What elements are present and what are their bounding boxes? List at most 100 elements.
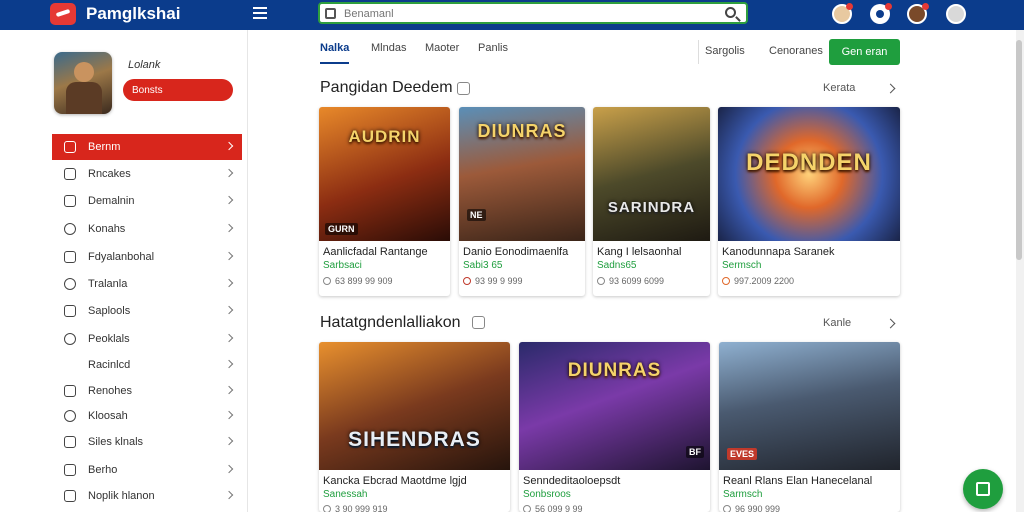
game-card[interactable]: SIHENDRAS Kancka Ebcrad Maotdme lgjd San… [319, 342, 510, 512]
chevron-right-icon [224, 410, 234, 420]
clock-icon [323, 505, 331, 512]
game-card[interactable]: DIUNRAS BF Senndeditaoloepsdt Sonbsroos … [519, 342, 710, 512]
sidebar-item-label: Saplools [88, 305, 131, 317]
top-link-2[interactable]: Cenoranes [769, 45, 823, 57]
card-title[interactable]: Senndeditaoloepsdt [523, 475, 707, 487]
card-meta: 56 099 9 99 [535, 504, 583, 512]
game-thumbnail[interactable]: DEDNDEN [718, 107, 900, 241]
game-thumbnail[interactable]: SIHENDRAS [319, 342, 510, 470]
tab-1[interactable]: Nalka [320, 42, 350, 64]
shield-icon [64, 436, 76, 448]
card-title[interactable]: Kanodunnapa Saranek [722, 246, 898, 258]
thumbnail-title: DEDNDEN [746, 149, 872, 176]
search-icon[interactable] [725, 7, 736, 18]
card-title[interactable]: Aanlicfadal Rantange [323, 246, 447, 258]
tab-2[interactable]: Mlndas [371, 42, 406, 64]
card-title[interactable]: Danio Eonodimaenlfa [463, 246, 583, 258]
sidebar-item-label: Berho [88, 464, 118, 476]
edit-icon [976, 482, 990, 496]
chevron-right-icon [224, 333, 234, 343]
sidebar-item-7[interactable]: Saplools [52, 298, 242, 324]
profile-name: Lolank [128, 59, 161, 71]
star-icon [463, 277, 471, 285]
chevron-right-icon [224, 141, 234, 151]
sidebar-item-3[interactable]: Demalnin [52, 188, 242, 214]
sidebar-item-label: Demalnin [88, 195, 135, 207]
shield-icon [64, 490, 76, 502]
sidebar-item-label: Kloosah [88, 410, 128, 422]
section-title-1: Pangidan Deedem [320, 79, 453, 96]
see-more-link[interactable]: Kanle [823, 317, 851, 329]
scrollbar-thumb[interactable] [1016, 40, 1022, 260]
calendar-icon [457, 82, 470, 95]
book-icon [64, 195, 76, 207]
tab-3[interactable]: Maoter [425, 42, 459, 64]
game-thumbnail[interactable]: AUDRIN GURN [319, 107, 450, 241]
search-lead-icon [325, 8, 336, 19]
game-thumbnail[interactable]: SARINDRA [593, 107, 710, 241]
search-bar[interactable] [318, 2, 748, 24]
notification-dot-icon [885, 3, 892, 10]
sidebar-item-label: Noplik hlanon [88, 490, 155, 502]
game-card[interactable]: DIUNRAS NE Danio Eonodimaenlfa Sabi3 65 … [459, 107, 585, 296]
thumbnail-title: AUDRIN [348, 127, 421, 146]
card-title[interactable]: Reanl Rlans Elan Hanecelanal [723, 475, 897, 487]
logo-icon[interactable] [50, 3, 76, 25]
chevron-right-icon[interactable] [885, 83, 896, 94]
thumbnail-badge: NE [467, 209, 486, 221]
sidebar-item-13[interactable]: Berho [52, 457, 242, 483]
game-card[interactable]: SARINDRA Kang I lelsaonhal Sadns65 93 60… [593, 107, 710, 296]
sidebar-item-14[interactable]: Noplik hlanon [52, 483, 242, 509]
sidebar: Lolank Bonsts Bernm Rncakes Demalnin Kon… [0, 30, 248, 512]
sidebar-item-9[interactable]: Racinlcd [52, 352, 242, 378]
chevron-right-icon [224, 251, 234, 261]
store-icon [64, 464, 76, 476]
notification-dot-icon [922, 3, 929, 10]
profile-button[interactable]: Bonsts [123, 79, 233, 101]
see-more-link[interactable]: Kerata [823, 82, 855, 94]
sidebar-item-1[interactable]: Bernm [52, 134, 242, 160]
sidebar-item-8[interactable]: Peoklals [52, 326, 242, 352]
top-link-1[interactable]: Sargolis [705, 45, 745, 57]
sidebar-item-11[interactable]: Kloosah [52, 403, 242, 429]
sidebar-item-label: Peoklals [88, 333, 130, 345]
sidebar-item-label: Fdyalanbohal [88, 251, 155, 263]
card-title[interactable]: Kang I lelsaonhal [597, 246, 709, 258]
card-price: Sarmsch [723, 489, 763, 500]
tab-4[interactable]: Panlis [478, 42, 508, 64]
chevron-right-icon [224, 223, 234, 233]
profile-image[interactable] [54, 52, 112, 114]
sidebar-item-12[interactable]: Siles klnals [52, 429, 242, 455]
section-title-2: Hatatgndenlalliakon [320, 314, 461, 331]
chevron-right-icon [224, 305, 234, 315]
target-icon [64, 410, 76, 422]
search-input[interactable] [344, 5, 714, 22]
sidebar-item-10[interactable]: Renohes [52, 378, 242, 404]
game-thumbnail[interactable]: DIUNRAS BF [519, 342, 710, 470]
sidebar-item-6[interactable]: Tralanla [52, 271, 242, 297]
game-thumbnail[interactable]: EVES [719, 342, 900, 470]
sidebar-item-2[interactable]: Rncakes [52, 161, 242, 187]
game-thumbnail[interactable]: DIUNRAS NE [459, 107, 585, 241]
card-meta: 93 6099 6099 [609, 276, 665, 286]
card-price: Sarbsaci [323, 260, 362, 271]
menu-icon[interactable] [253, 7, 267, 19]
coin-icon [722, 277, 730, 285]
clock-icon [323, 277, 331, 285]
primary-cta-button[interactable]: Gen eran [829, 39, 900, 65]
floating-action-button[interactable] [963, 469, 1003, 509]
game-card[interactable]: AUDRIN GURN Aanlicfadal Rantange Sarbsac… [319, 107, 450, 296]
app-title[interactable]: Pamglkshai [86, 4, 181, 24]
account-avatar-icon[interactable] [946, 4, 966, 24]
top-bar: Pamglkshai [0, 0, 1024, 30]
sidebar-item-5[interactable]: Fdyalanbohal [52, 244, 242, 270]
sidebar-item-label: Siles klnals [88, 436, 144, 448]
chevron-right-icon[interactable] [885, 318, 896, 329]
game-card[interactable]: DEDNDEN Kanodunnapa Saranek Sermsch 997.… [718, 107, 900, 296]
game-card[interactable]: EVES Reanl Rlans Elan Hanecelanal Sarmsc… [719, 342, 900, 512]
sidebar-item-4[interactable]: Konahs [52, 216, 242, 242]
thumbnail-title: SARINDRA [607, 199, 696, 216]
rocket-icon [64, 251, 76, 263]
scrollbar[interactable] [1016, 30, 1024, 512]
card-title[interactable]: Kancka Ebcrad Maotdme lgjd [323, 475, 507, 487]
